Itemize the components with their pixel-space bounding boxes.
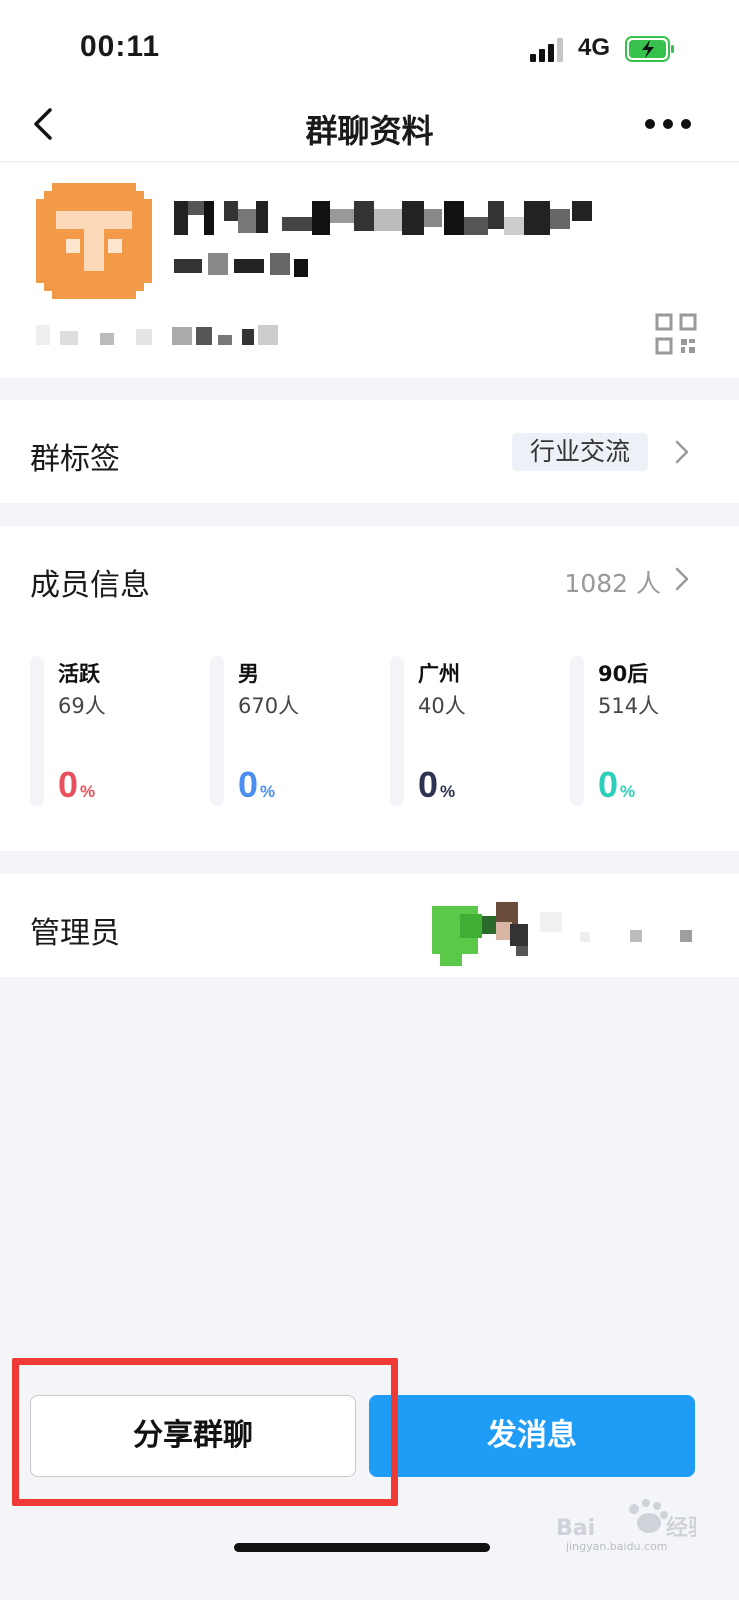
group-tag-label: 群标签 xyxy=(30,442,120,477)
stat-bar xyxy=(570,656,584,806)
group-profile-header[interactable] xyxy=(0,163,739,378)
group-tag-badge: 行业交流 xyxy=(512,433,649,471)
bottom-actions: 分享群聊 发消息 xyxy=(0,1390,739,1480)
home-indicator xyxy=(234,1543,490,1552)
network-type: 4G xyxy=(578,34,611,61)
group-avatar[interactable] xyxy=(36,183,152,299)
status-bar: 00:11 4G xyxy=(0,0,739,90)
stat-city[interactable]: 广州 40人 0% xyxy=(390,656,560,806)
admin-row[interactable]: 管理员 xyxy=(0,874,739,977)
admin-label: 管理员 xyxy=(30,916,120,951)
page-title: 群聊资料 xyxy=(305,112,434,150)
group-id-pixelated xyxy=(36,325,278,345)
svg-text:经验: 经验 xyxy=(666,1515,696,1541)
group-tag-row[interactable]: 群标签 行业交流 xyxy=(0,400,739,503)
stat-bar xyxy=(30,656,44,806)
stat-bar xyxy=(210,656,224,806)
member-info-header[interactable]: 成员信息 1082 人 xyxy=(0,526,739,626)
stat-percent: 0% xyxy=(238,764,276,805)
chevron-right-icon xyxy=(675,567,689,591)
group-name-pixelated xyxy=(174,201,592,277)
stat-count: 670人 xyxy=(238,694,300,718)
cellular-signal-icon xyxy=(530,38,566,62)
chevron-right-icon xyxy=(675,440,689,464)
stat-bar xyxy=(390,656,404,806)
stat-age[interactable]: 90后 514人 0% xyxy=(570,656,739,806)
qr-code-icon[interactable] xyxy=(655,313,697,355)
stat-name: 活跃 xyxy=(58,662,100,686)
stat-active[interactable]: 活跃 69人 0% xyxy=(30,656,200,806)
stat-count: 40人 xyxy=(418,694,466,718)
stat-name: 90后 xyxy=(598,662,649,686)
share-group-button[interactable]: 分享群聊 xyxy=(30,1395,356,1477)
send-message-button[interactable]: 发消息 xyxy=(369,1395,695,1477)
member-count: 1082 人 xyxy=(564,569,661,598)
battery-charging-icon xyxy=(625,36,674,62)
member-info-label: 成员信息 xyxy=(30,568,150,603)
stat-name: 男 xyxy=(238,662,259,686)
admin-avatars-pixelated xyxy=(432,902,692,966)
member-info-card: 成员信息 1082 人 活跃 69人 0% 男 670人 0% 广州 40人 0… xyxy=(0,526,739,851)
nav-bar: 群聊资料 xyxy=(0,90,739,162)
stat-percent: 0% xyxy=(598,764,636,805)
more-dots-icon[interactable] xyxy=(645,110,691,136)
stat-male[interactable]: 男 670人 0% xyxy=(210,656,380,806)
watermark-url: jingyan.baidu.com xyxy=(566,1540,668,1553)
status-time: 00:11 xyxy=(80,30,161,63)
baidu-watermark-logo: Bai 经验 xyxy=(556,1499,696,1541)
stat-count: 514人 xyxy=(598,694,660,718)
svg-text:Bai: Bai xyxy=(556,1516,595,1541)
stat-percent: 0% xyxy=(58,764,96,805)
stat-percent: 0% xyxy=(418,764,456,805)
stat-count: 69人 xyxy=(58,694,106,718)
stat-name: 广州 xyxy=(418,662,460,686)
